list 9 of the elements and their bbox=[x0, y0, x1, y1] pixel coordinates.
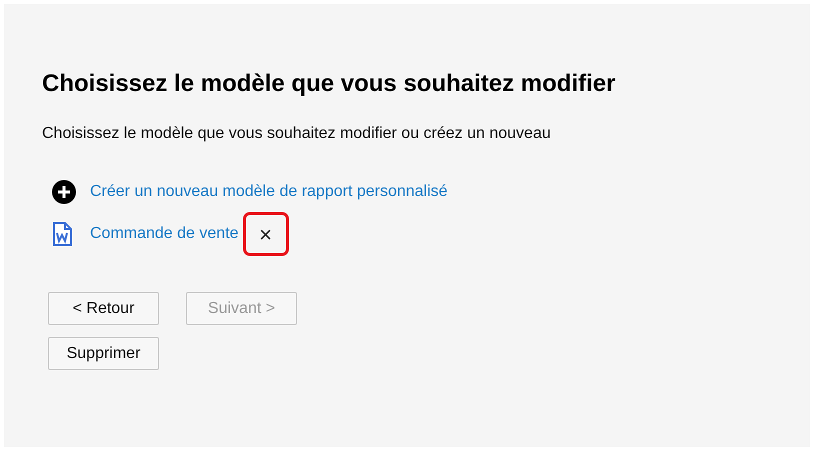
delete-button[interactable]: × bbox=[242, 212, 289, 256]
page-description: Choisissez le modèle que vous souhaitez modifier ou créez un nouveau bbox=[42, 124, 551, 144]
template-link[interactable]: Créer un nouveau modèle de rapport personnalisé bbox=[90, 180, 448, 204]
plus-icon bbox=[52, 180, 76, 204]
action-button[interactable]: < Retour bbox=[48, 292, 159, 325]
page-title: Choisissez le modèle que vous souhaitez modifier bbox=[42, 69, 616, 99]
action-button[interactable]: Supprimer bbox=[48, 337, 159, 370]
template-link[interactable]: Commande de vente bbox=[90, 222, 239, 246]
word-document-icon bbox=[52, 222, 72, 246]
